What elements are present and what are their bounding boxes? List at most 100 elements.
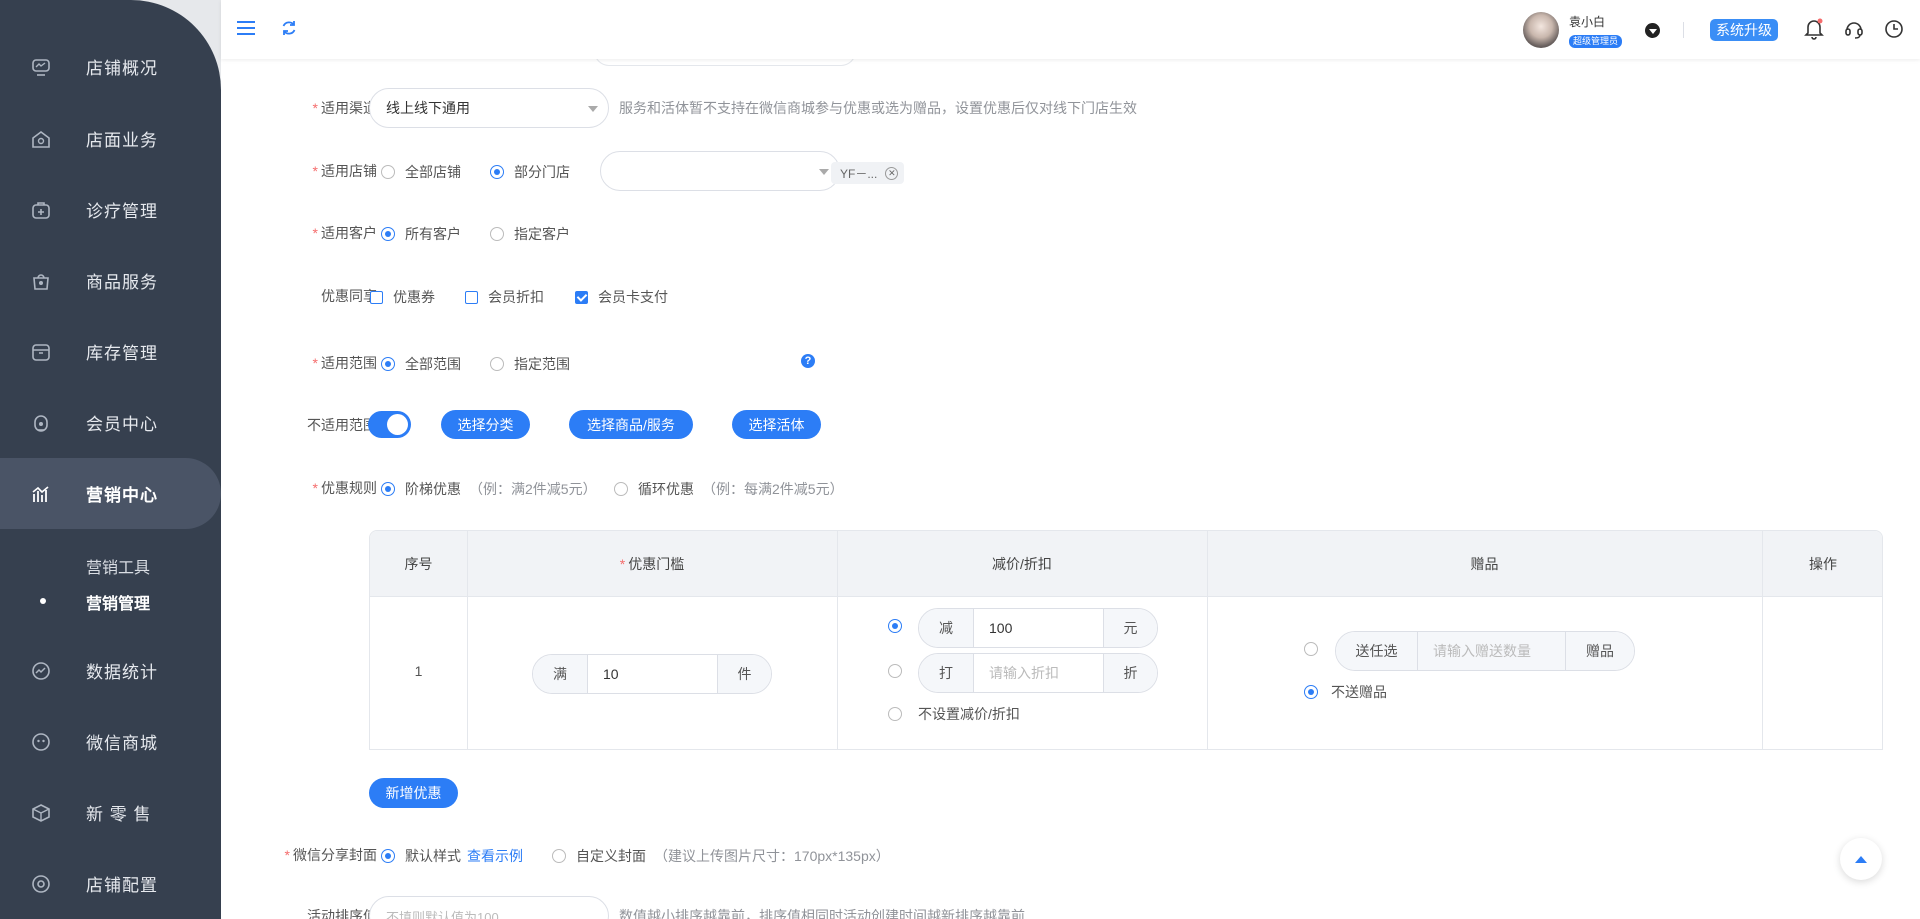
- reduce-input-group[interactable]: 减 100 元: [918, 608, 1158, 648]
- channel-select[interactable]: 线上线下通用: [369, 88, 609, 128]
- sidebar-subitem-marketing-management[interactable]: 营销管理: [86, 590, 150, 614]
- gift-prefix[interactable]: 送任选: [1336, 632, 1418, 670]
- box-icon: [30, 802, 52, 824]
- select-category-button[interactable]: 选择分类: [441, 410, 530, 439]
- table-header-actions: 操作: [1809, 555, 1837, 572]
- add-discount-button[interactable]: 新增优惠: [369, 778, 458, 808]
- select-goods-button[interactable]: 选择商品/服务: [569, 410, 693, 439]
- threshold-input[interactable]: 10: [588, 655, 717, 693]
- trend-icon: [30, 660, 52, 682]
- threshold-input-group[interactable]: 满 10 件: [532, 654, 772, 694]
- table-header-index: 序号: [404, 555, 433, 572]
- table-header-discount: 减价/折扣: [992, 555, 1052, 572]
- store-all-radio[interactable]: 全部店铺: [381, 162, 461, 182]
- user-name: 袁小白: [1569, 15, 1606, 29]
- sidebar-item-statistics[interactable]: 数据统计: [0, 635, 221, 706]
- headset-icon[interactable]: [1843, 18, 1865, 40]
- store-part-radio[interactable]: 部分门店: [490, 162, 570, 182]
- sort-hint: 数值越小排序越靠前，排序值相同时活动创建时间越新排序越靠前: [619, 908, 1025, 919]
- sidebar-item-marketing[interactable]: 营销中心: [0, 458, 221, 529]
- divider: [1207, 531, 1208, 749]
- sidebar-item-store-config[interactable]: 店铺配置: [0, 848, 221, 919]
- table-header-threshold: * 优惠门槛: [619, 555, 685, 572]
- system-upgrade-button[interactable]: 系统升级: [1710, 19, 1778, 41]
- view-example-link[interactable]: 查看示例: [467, 846, 523, 866]
- channel-label: * 适用渠道: [312, 100, 377, 116]
- sidebar-item-store-business[interactable]: 店面业务: [0, 103, 221, 174]
- monitor-icon: [30, 56, 52, 78]
- divider: [837, 531, 838, 749]
- discount-suffix: 折: [1103, 654, 1157, 692]
- sidebar-item-new-retail[interactable]: 新 零 售: [0, 777, 221, 848]
- exclude-label: 不适用范围: [307, 417, 377, 433]
- active-indicator-dot: [40, 598, 46, 604]
- sort-value-input[interactable]: 不填则默认值为100: [369, 896, 609, 919]
- cover-custom-radio[interactable]: 自定义封面 （建议上传图片尺寸：170px*135px）: [552, 846, 890, 866]
- chevron-down-icon: [819, 169, 829, 175]
- reduce-radio[interactable]: [888, 619, 912, 633]
- clock-icon[interactable]: [1883, 18, 1905, 40]
- store-multi-select[interactable]: [600, 151, 840, 191]
- customer-label: * 适用客户: [312, 225, 377, 241]
- discount-prefix: 打: [919, 654, 974, 692]
- gift-radio[interactable]: [1304, 642, 1328, 656]
- scope-label: * 适用范围: [312, 355, 377, 371]
- sidebar-item-medical[interactable]: 诊疗管理: [0, 174, 221, 245]
- gift-quantity-input[interactable]: 请输入赠送数量: [1418, 632, 1565, 670]
- chevron-down-icon[interactable]: [1645, 23, 1660, 38]
- scroll-top-button[interactable]: [1840, 838, 1882, 880]
- selected-store-tag[interactable]: YF－... ✕: [831, 162, 905, 184]
- rule-cycle-hint: （例：每满2件减5元）: [702, 481, 844, 497]
- threshold-suffix: 件: [717, 655, 771, 693]
- customer-specific-radio[interactable]: 指定客户: [490, 224, 570, 244]
- share-member-card-checkbox[interactable]: 会员卡支付: [575, 287, 668, 307]
- wechat-icon: [30, 731, 52, 753]
- sidebar-item-label: 店铺概况: [86, 59, 158, 78]
- help-icon[interactable]: ?: [801, 354, 815, 368]
- sidebar-item-label: 微信商城: [86, 734, 158, 753]
- sidebar-subitem-marketing-tools[interactable]: 营销工具: [86, 554, 150, 578]
- rule-label: * 优惠规则: [312, 480, 377, 496]
- sidebar-item-label: 诊疗管理: [86, 202, 158, 221]
- discount-input[interactable]: 请输入折扣: [974, 654, 1103, 692]
- divider: [467, 531, 468, 749]
- archive-icon: [30, 341, 52, 363]
- share-coupon-checkbox[interactable]: 优惠券: [370, 287, 435, 307]
- store-label: * 适用店铺: [312, 163, 377, 179]
- customer-all-radio[interactable]: 所有客户: [381, 224, 461, 244]
- cover-hint: （建议上传图片尺寸：170px*135px）: [654, 848, 890, 864]
- discount-input-group[interactable]: 打 请输入折扣 折: [918, 653, 1158, 693]
- share-label: 优惠同享: [321, 288, 377, 304]
- sidebar-item-wechat-mall[interactable]: 微信商城: [0, 706, 221, 777]
- close-icon[interactable]: ✕: [885, 166, 899, 180]
- scope-all-radio[interactable]: 全部范围: [381, 354, 461, 374]
- sidebar-item-label: 新 零 售: [86, 805, 152, 824]
- top-header: 袁小白 超级管理员 系统升级: [221, 0, 1920, 59]
- reduce-input[interactable]: 100: [974, 609, 1103, 647]
- sidebar: 店铺概况 店面业务 诊疗管理 商品服务 库存管理 会员中心 营销中心 营销工具 …: [0, 0, 221, 919]
- bell-icon[interactable]: [1804, 18, 1824, 40]
- no-discount-radio[interactable]: 不设置减价/折扣: [888, 704, 1020, 724]
- discount-radio[interactable]: [888, 664, 912, 678]
- discount-rule-table: 序号 * 优惠门槛 减价/折扣 赠品 操作 1 满 10 件 减 100 元 打…: [369, 530, 1883, 750]
- cover-default-radio[interactable]: 默认样式 查看示例: [381, 846, 523, 866]
- menu-icon[interactable]: [235, 17, 257, 39]
- scope-specific-radio[interactable]: 指定范围: [490, 354, 570, 374]
- gift-input-group[interactable]: 送任选 请输入赠送数量 赠品: [1335, 631, 1635, 671]
- no-gift-radio[interactable]: 不送赠品: [1304, 682, 1387, 702]
- select-live-button[interactable]: 选择活体: [732, 410, 821, 439]
- sidebar-item-goods[interactable]: 商品服务: [0, 245, 221, 316]
- avatar[interactable]: [1523, 12, 1559, 48]
- sidebar-item-inventory[interactable]: 库存管理: [0, 316, 221, 387]
- rule-cycle-radio[interactable]: 循环优惠 （例：每满2件减5元）: [614, 479, 844, 499]
- sidebar-item-label: 会员中心: [86, 415, 158, 434]
- share-member-discount-checkbox[interactable]: 会员折扣: [465, 287, 544, 307]
- rule-tier-hint: （例：满2件减5元）: [469, 481, 597, 497]
- gift-suffix[interactable]: 赠品: [1565, 632, 1634, 670]
- refresh-icon[interactable]: [280, 19, 298, 37]
- settings-icon: [30, 873, 52, 895]
- exclude-toggle-switch[interactable]: [368, 411, 411, 438]
- rule-tier-radio[interactable]: 阶梯优惠 （例：满2件减5元）: [381, 479, 597, 499]
- sidebar-item-member[interactable]: 会员中心: [0, 387, 221, 458]
- sidebar-item-store-overview[interactable]: 店铺概况: [0, 31, 221, 102]
